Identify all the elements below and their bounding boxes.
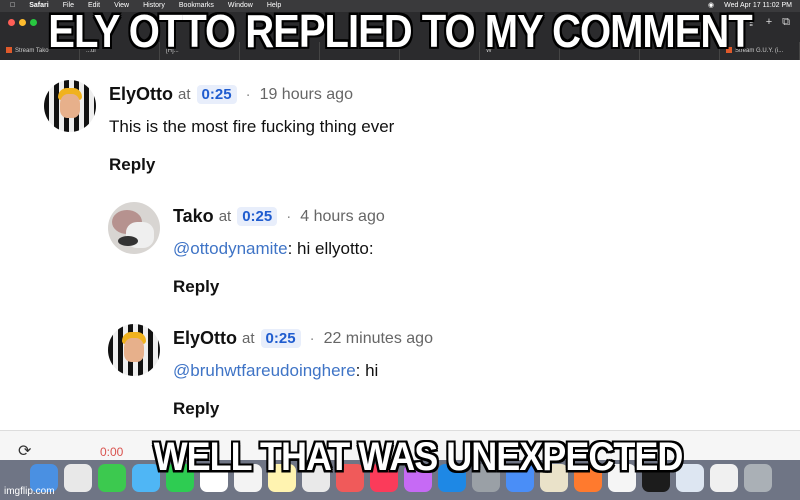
- mention-link[interactable]: @bruhwtfareudoinghere: [173, 361, 356, 380]
- watermark: imgflip.com: [4, 486, 55, 497]
- reply-button[interactable]: Reply: [109, 155, 155, 175]
- comment-body: @bruhwtfareudoinghere: hi: [173, 361, 378, 381]
- comment-header: ElyOtto at 0:25 · 19 hours ago: [109, 84, 353, 105]
- meme-caption-top: ELY OTTO REPLIED TO MY COMMENT: [48, 6, 752, 58]
- comment-text: : hi ellyotto:: [287, 239, 374, 258]
- comments-section: ElyOtto at 0:25 · 19 hours ago This is t…: [0, 60, 800, 430]
- separator-dot: ·: [245, 86, 251, 103]
- comment-author[interactable]: Tako: [173, 206, 214, 227]
- timestamp-link[interactable]: 0:25: [260, 329, 301, 348]
- reply-button[interactable]: Reply: [173, 277, 219, 297]
- avatar[interactable]: [108, 202, 160, 254]
- meme-caption-bottom: WELL THAT WAS UNEXPECTED: [153, 433, 684, 479]
- comment-age: 4 hours ago: [300, 207, 385, 225]
- comment-author[interactable]: ElyOtto: [109, 84, 173, 105]
- comment-header: Tako at 0:25 · 4 hours ago: [173, 206, 385, 227]
- comment-age: 19 hours ago: [259, 85, 353, 103]
- mention-link[interactable]: @ottodynamite: [173, 239, 288, 258]
- comment-header: ElyOtto at 0:25 · 22 minutes ago: [173, 328, 433, 349]
- separator-dot: ·: [286, 208, 292, 225]
- comment-text: : hi: [355, 361, 379, 380]
- comment-body: @ottodynamite: hi ellyotto:: [173, 239, 374, 259]
- comment-body: This is the most fire fucking thing ever: [109, 117, 395, 136]
- comment-at-label: at: [178, 86, 191, 103]
- comment-age: 22 minutes ago: [323, 329, 433, 347]
- timestamp-link[interactable]: 0:25: [237, 207, 278, 226]
- avatar[interactable]: [44, 80, 96, 132]
- separator-dot: ·: [309, 330, 315, 347]
- comment-at-label: at: [242, 330, 255, 347]
- comment-author[interactable]: ElyOtto: [173, 328, 237, 349]
- timestamp-link[interactable]: 0:25: [196, 85, 237, 104]
- comment-at-label: at: [218, 208, 232, 225]
- reply-button[interactable]: Reply: [173, 399, 219, 419]
- avatar[interactable]: [108, 324, 160, 376]
